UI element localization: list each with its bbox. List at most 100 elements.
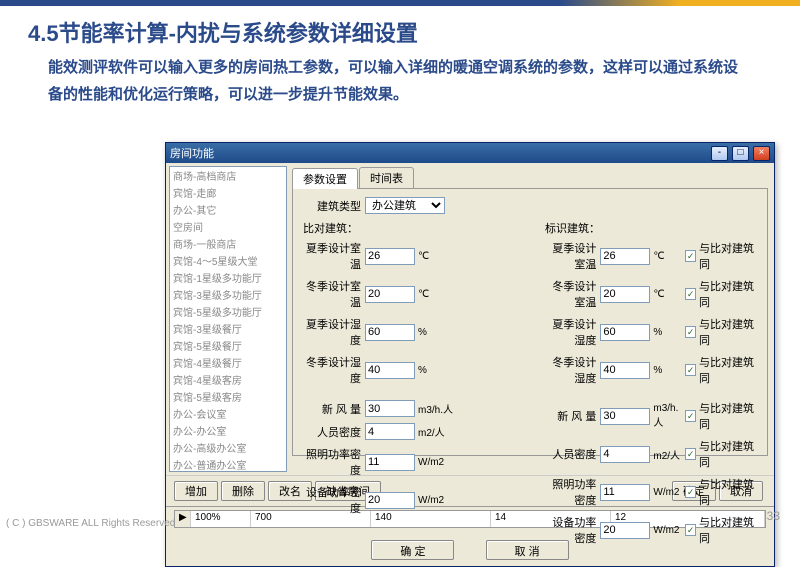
same-checkbox-wrap[interactable]: ✓与比对建筑同 bbox=[685, 438, 757, 470]
grid-cell[interactable]: 100% bbox=[191, 511, 251, 527]
checkbox-label: 与比对建筑同 bbox=[699, 438, 757, 470]
same-checkbox-wrap[interactable]: ✓与比对建筑同 bbox=[685, 400, 757, 432]
slide-title: 4.5节能率计算-内扰与系统参数详细设置 bbox=[0, 6, 800, 54]
field-label: 新 风 量 bbox=[545, 408, 600, 424]
compare-column: 比对建筑： 夏季设计室温℃冬季设计室温℃夏季设计湿度%冬季设计湿度% bbox=[303, 220, 515, 392]
copyright: ( C ) GBSWARE ALL Rights Reserved bbox=[6, 518, 175, 529]
tab-schedule[interactable]: 时间表 bbox=[359, 167, 414, 188]
checkbox-icon: ✓ bbox=[685, 250, 696, 262]
checkbox-icon: ✓ bbox=[685, 486, 696, 498]
unit-label: m2/人 bbox=[418, 424, 454, 439]
tab-params[interactable]: 参数设置 bbox=[292, 168, 358, 189]
sidebar-item[interactable]: 宾馆-5星级客房 bbox=[170, 388, 286, 405]
checkbox-label: 与比对建筑同 bbox=[699, 316, 757, 348]
unit-label: m2/人 bbox=[653, 447, 685, 462]
building-type-select[interactable]: 办公建筑 bbox=[365, 197, 445, 214]
value-input[interactable] bbox=[600, 248, 650, 265]
sidebar-item[interactable]: 宾馆-走廊 bbox=[170, 184, 286, 201]
add-button[interactable]: 增加 bbox=[174, 481, 218, 501]
maximize-icon[interactable]: □ bbox=[732, 146, 749, 161]
value-input[interactable] bbox=[600, 324, 650, 341]
value-input[interactable] bbox=[365, 286, 415, 303]
delete-button[interactable]: 删除 bbox=[221, 481, 265, 501]
value-input[interactable] bbox=[365, 492, 415, 509]
field-label: 夏季设计湿度 bbox=[545, 316, 600, 348]
sidebar-item[interactable]: 办公-办公室 bbox=[170, 422, 286, 439]
same-checkbox-wrap[interactable]: ✓与比对建筑同 bbox=[685, 354, 757, 386]
same-checkbox-wrap[interactable]: ✓与比对建筑同 bbox=[685, 316, 757, 348]
sidebar-item[interactable]: 办公-普通办公室 bbox=[170, 456, 286, 472]
page-number: 33 bbox=[767, 509, 780, 523]
compare-group1: 夏季设计室温℃冬季设计室温℃夏季设计湿度%冬季设计湿度% bbox=[303, 240, 515, 386]
unit-label: ℃ bbox=[653, 251, 685, 262]
unit-label: ℃ bbox=[418, 251, 454, 262]
checkbox-icon: ✓ bbox=[685, 524, 696, 536]
value-input[interactable] bbox=[365, 324, 415, 341]
checkbox-icon: ✓ bbox=[685, 364, 696, 376]
field-label: 夏季设计室温 bbox=[545, 240, 600, 272]
value-input[interactable] bbox=[600, 484, 650, 501]
sidebar-item[interactable]: 办公-高级办公室 bbox=[170, 439, 286, 456]
sidebar-item[interactable]: 宾馆-5星级多功能厅 bbox=[170, 303, 286, 320]
field-label: 冬季设计湿度 bbox=[303, 354, 365, 386]
field-label: 设备功率密度 bbox=[545, 514, 600, 546]
close-icon[interactable]: × bbox=[753, 146, 770, 161]
sidebar-item[interactable]: 宾馆-3星级多功能厅 bbox=[170, 286, 286, 303]
checkbox-label: 与比对建筑同 bbox=[699, 278, 757, 310]
tab-content: 建筑类型 办公建筑 比对建筑： 夏季设计室温℃冬季设计室温℃夏季设计湿度%冬季设… bbox=[292, 188, 768, 456]
unit-label: m3/h.人 bbox=[418, 401, 454, 416]
unit-label: ℃ bbox=[418, 289, 454, 300]
field-label: 照明功率密度 bbox=[545, 476, 600, 508]
checkbox-label: 与比对建筑同 bbox=[699, 240, 757, 272]
dialog-title: 房间功能 bbox=[170, 145, 710, 161]
unit-label: W/m2 bbox=[653, 487, 685, 498]
target-group2: 新 风 量m3/h.人✓与比对建筑同人员密度m2/人✓与比对建筑同照明功率密度W… bbox=[545, 400, 757, 546]
value-input[interactable] bbox=[600, 408, 650, 425]
sidebar-item[interactable]: 商场-高档商店 bbox=[170, 167, 286, 184]
compare-header: 比对建筑： bbox=[303, 220, 515, 236]
value-input[interactable] bbox=[600, 446, 650, 463]
sidebar-item[interactable]: 办公-其它 bbox=[170, 201, 286, 218]
sidebar-item[interactable]: 宾馆-4～5星级大堂 bbox=[170, 252, 286, 269]
sidebar-item[interactable]: 宾馆-4星级餐厅 bbox=[170, 354, 286, 371]
same-checkbox-wrap[interactable]: ✓与比对建筑同 bbox=[685, 476, 757, 508]
same-checkbox-wrap[interactable]: ✓与比对建筑同 bbox=[685, 514, 757, 546]
value-input[interactable] bbox=[365, 362, 415, 379]
titlebar[interactable]: 房间功能 - □ × bbox=[166, 143, 774, 163]
target-column: 标识建筑： 夏季设计室温℃✓与比对建筑同冬季设计室温℃✓与比对建筑同夏季设计湿度… bbox=[545, 220, 757, 392]
checkbox-icon: ✓ bbox=[685, 410, 696, 422]
unit-label: ℃ bbox=[653, 289, 685, 300]
same-checkbox-wrap[interactable]: ✓与比对建筑同 bbox=[685, 240, 757, 272]
field-label: 夏季设计湿度 bbox=[303, 316, 365, 348]
checkbox-icon: ✓ bbox=[685, 326, 696, 338]
field-label: 冬季设计室温 bbox=[545, 278, 600, 310]
field-label: 人员密度 bbox=[545, 446, 600, 462]
same-checkbox-wrap[interactable]: ✓与比对建筑同 bbox=[685, 278, 757, 310]
slide-description: 能效测评软件可以输入更多的房间热工参数，可以输入详细的暖通空调系统的参数，这样可… bbox=[0, 54, 800, 108]
checkbox-label: 与比对建筑同 bbox=[699, 354, 757, 386]
sidebar-item[interactable]: 宾馆-5星级餐厅 bbox=[170, 337, 286, 354]
value-input[interactable] bbox=[365, 248, 415, 265]
field-label: 冬季设计室温 bbox=[303, 278, 365, 310]
field-label: 冬季设计湿度 bbox=[545, 354, 600, 386]
value-input[interactable] bbox=[600, 362, 650, 379]
value-input[interactable] bbox=[365, 400, 415, 417]
value-input[interactable] bbox=[600, 522, 650, 539]
sidebar-item[interactable]: 商场-一般商店 bbox=[170, 235, 286, 252]
sidebar-item[interactable]: 空房间 bbox=[170, 218, 286, 235]
row-indicator-icon: ▶ bbox=[175, 511, 191, 527]
sidebar-item[interactable]: 宾馆-3星级餐厅 bbox=[170, 320, 286, 337]
value-input[interactable] bbox=[365, 423, 415, 440]
value-input[interactable] bbox=[365, 454, 415, 471]
value-input[interactable] bbox=[600, 286, 650, 303]
sidebar-item[interactable]: 宾馆-4星级客房 bbox=[170, 371, 286, 388]
field-label: 照明功率密度 bbox=[303, 446, 365, 478]
checkbox-icon: ✓ bbox=[685, 448, 696, 460]
field-label: 人员密度 bbox=[303, 424, 365, 440]
room-type-list[interactable]: 商场-高档商店宾馆-走廊办公-其它空房间商场-一般商店宾馆-4～5星级大堂宾馆-… bbox=[169, 166, 287, 472]
sidebar-item[interactable]: 办公-会议室 bbox=[170, 405, 286, 422]
checkbox-icon: ✓ bbox=[685, 288, 696, 300]
minimize-icon[interactable]: - bbox=[711, 146, 728, 161]
sidebar-item[interactable]: 宾馆-1星级多功能厅 bbox=[170, 269, 286, 286]
compare-group2: 新 风 量m3/h.人人员密度m2/人照明功率密度W/m2设备功率密度W/m2 bbox=[303, 400, 515, 516]
